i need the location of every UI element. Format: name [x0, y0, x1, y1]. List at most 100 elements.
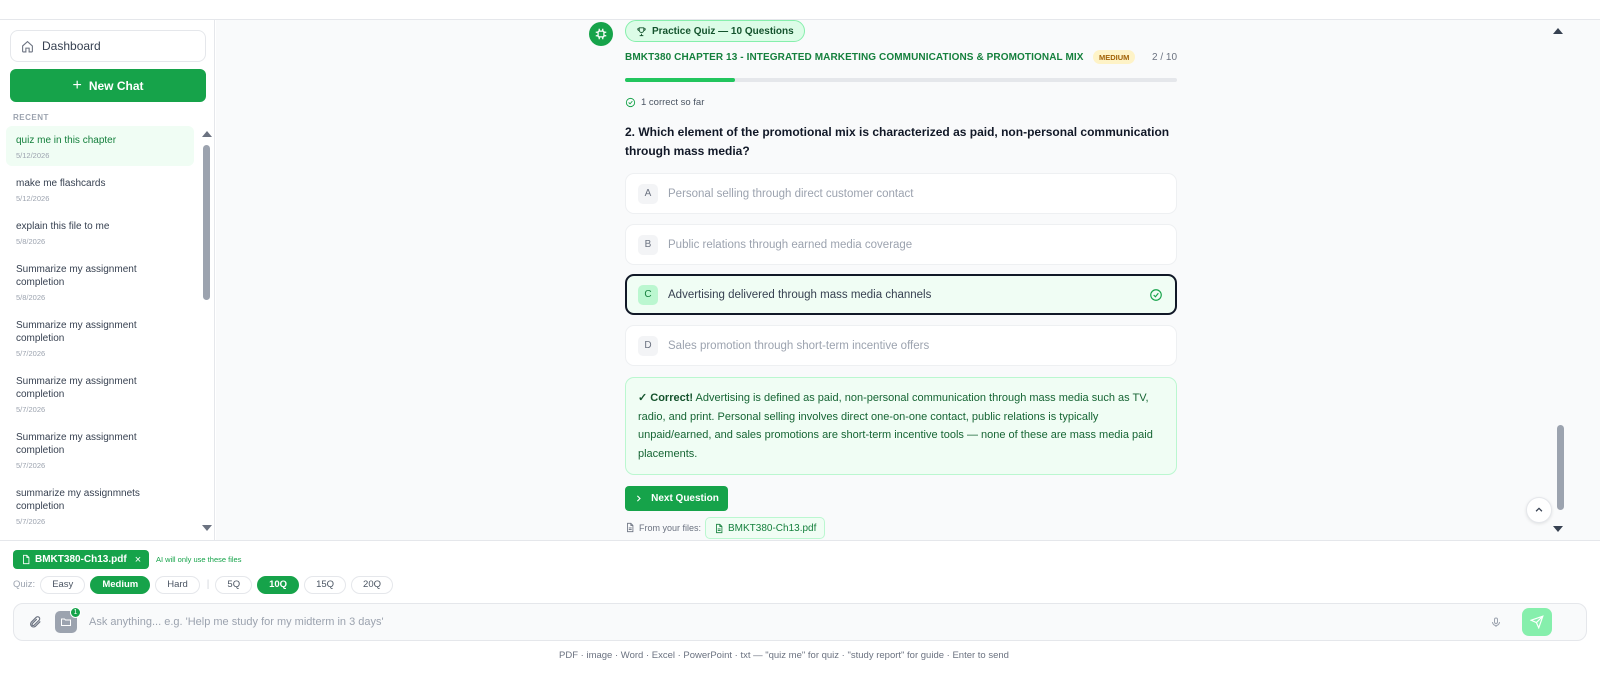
option-text: Public relations through earned media co… [668, 238, 913, 251]
question-count-option-15q[interactable]: 15Q [304, 575, 347, 594]
file-icon [716, 523, 723, 533]
chat-input[interactable] [89, 612, 1469, 632]
option-text: Sales promotion through short-term incen… [668, 339, 930, 352]
answer-option-d[interactable]: D Sales promotion through short-term ince… [625, 325, 1177, 366]
new-chat-button[interactable]: + New Chat [10, 69, 206, 102]
question-counter: 2 / 10 [1152, 52, 1178, 63]
footer-hint: PDF · image · Word · Excel · PowerPoint … [559, 650, 1009, 661]
dashboard-button[interactable]: Dashboard [10, 30, 206, 62]
option-text: Advertising delivered through mass media… [668, 288, 932, 301]
chat-history-item[interactable]: Summarize my assignment completion 5/7/20… [6, 311, 194, 364]
sidebar-scrollbar-thumb[interactable] [203, 145, 210, 300]
next-question-button[interactable]: Next Question [625, 486, 728, 511]
main-scroll-up[interactable] [1553, 28, 1563, 34]
chapter-title: BMKT380 CHAPTER 13 - INTEGRATED MARKETIN… [625, 52, 1084, 63]
source-file-chip[interactable]: BMKT380-Ch13.pdf [705, 517, 826, 539]
paperclip-icon[interactable] [28, 615, 42, 629]
quiz-pill-label: Practice Quiz — 10 Questions [652, 25, 794, 37]
remove-file-icon[interactable]: × [135, 554, 141, 566]
difficulty-option-hard[interactable]: Hard [155, 575, 200, 594]
chat-item-date: 5/8/2026 [16, 293, 46, 302]
chat-item-date: 5/7/2026 [16, 461, 46, 470]
chat-item-date: 5/8/2026 [16, 237, 46, 246]
question-text: 2. Which element of the promotional mix … [625, 125, 1170, 158]
feedback-text: Advertising is defined as paid, non-pers… [638, 392, 1153, 460]
option-letter: D [638, 335, 658, 356]
question-count-option-20q[interactable]: 20Q [351, 575, 393, 594]
options-separator: | [206, 579, 210, 590]
question-count-option-5q[interactable]: 5Q [215, 575, 253, 594]
send-icon [1530, 615, 1544, 629]
next-question-label: Next Question [651, 493, 719, 504]
attached-file-chip[interactable]: BMKT380-Ch13.pdf × [13, 550, 150, 569]
quiz-options-row: Quiz: Easy Medium Hard | 5Q 10Q 15Q 20Q [13, 575, 398, 594]
answer-option-a[interactable]: A Personal selling through direct custome… [625, 173, 1177, 214]
answer-option-c[interactable]: C Advertising delivered through mass medi… [625, 274, 1177, 315]
feedback-box: ✓ Correct! Advertising is defined as pai… [625, 377, 1177, 475]
chat-history-item[interactable]: Summarize my assignment completion 5/7/20… [6, 423, 194, 476]
home-icon [22, 40, 33, 52]
option-text: Personal selling through direct customer… [668, 187, 914, 200]
source-files-label: From your files: [625, 522, 701, 533]
main-scrollbar-thumb[interactable] [1557, 425, 1564, 510]
mic-icon[interactable] [1490, 616, 1502, 629]
option-letter: A [638, 183, 658, 204]
chat-item-title: quiz me in this chapter [16, 135, 117, 146]
option-letter: B [638, 234, 658, 255]
folder-icon [61, 618, 71, 626]
chat-main: Practice Quiz — 10 Questions BMKT380 CHA… [216, 20, 1600, 540]
chat-item-date: 5/7/2026 [16, 517, 46, 526]
chat-history-item[interactable]: quiz me in this chapter 5/12/2026 [6, 126, 194, 166]
check-circle-icon [1150, 289, 1162, 301]
scroll-to-top-button[interactable] [1526, 497, 1552, 523]
feedback-label: ✓ Correct! [638, 392, 694, 404]
chat-history-item[interactable]: explain this file to me 5/8/2026 [6, 212, 194, 252]
score-text: 1 correct so far [641, 97, 705, 108]
difficulty-badge: MEDIUM [1093, 50, 1136, 64]
send-button[interactable] [1522, 608, 1552, 636]
chat-item-title: Summarize my assignment completion [16, 320, 137, 344]
chat-item-date: 5/7/2026 [16, 349, 46, 358]
quiz-options-label: Quiz: [13, 579, 36, 590]
chat-item-title: make me flashcards [16, 178, 106, 189]
new-chat-label: New Chat [88, 78, 144, 93]
chat-item-title: explain this file to me [16, 221, 110, 232]
top-bar [0, 0, 1600, 20]
quiz-title-pill: Practice Quiz — 10 Questions [625, 20, 805, 42]
quiz-progress-fill [625, 78, 736, 82]
file-icon [23, 554, 30, 565]
files-count-badge: 1 [70, 607, 81, 618]
sidebar: Dashboard + New Chat RECENT quiz me in t… [0, 20, 215, 550]
sidebar-scroll-up[interactable] [202, 131, 212, 137]
chat-item-date: 5/12/2026 [16, 194, 50, 203]
answer-option-b[interactable]: B Public relations through earned media c… [625, 224, 1177, 265]
attached-file-name: BMKT380-Ch13.pdf [35, 554, 127, 565]
main-scroll-down[interactable] [1553, 526, 1563, 532]
recent-heading: RECENT [13, 113, 49, 122]
bot-icon [595, 28, 607, 40]
option-letter: C [638, 284, 658, 305]
trophy-icon [637, 26, 646, 36]
quiz-progress-bar [625, 78, 1177, 82]
chevron-right-icon [637, 495, 641, 502]
chat-item-date: 5/12/2026 [16, 151, 50, 160]
sidebar-scroll-down[interactable] [202, 525, 212, 531]
chat-history-item[interactable]: Summarize my assignment completion 5/8/20… [6, 255, 194, 308]
dashboard-label: Dashboard [42, 39, 101, 53]
chat-item-date: 5/7/2026 [16, 405, 46, 414]
chat-history-item[interactable]: Summarize my assignment completion 5/7/20… [6, 367, 194, 420]
message-composer: 1 [13, 603, 1587, 641]
chat-history-list: quiz me in this chapter 5/12/2026 make me … [6, 126, 194, 546]
chat-item-title: Summarize my assignment completion [16, 432, 137, 456]
difficulty-option-easy[interactable]: Easy [40, 575, 86, 594]
chat-history-item[interactable]: make me flashcards 5/12/2026 [6, 169, 194, 209]
question-count-option-10q[interactable]: 10Q [257, 575, 300, 594]
chat-item-title: Summarize my assignment completion [16, 376, 137, 400]
chat-history-item[interactable]: summarize my assignmnets completion 5/7/2… [6, 479, 194, 532]
score-indicator: 1 correct so far [625, 97, 704, 108]
plus-icon: + [72, 76, 82, 94]
chevron-up-icon [1535, 507, 1543, 512]
ai-files-note: AI will only use these files [156, 555, 242, 564]
difficulty-option-medium[interactable]: Medium [90, 575, 151, 594]
chat-item-title: Summarize my assignment completion [16, 264, 137, 288]
